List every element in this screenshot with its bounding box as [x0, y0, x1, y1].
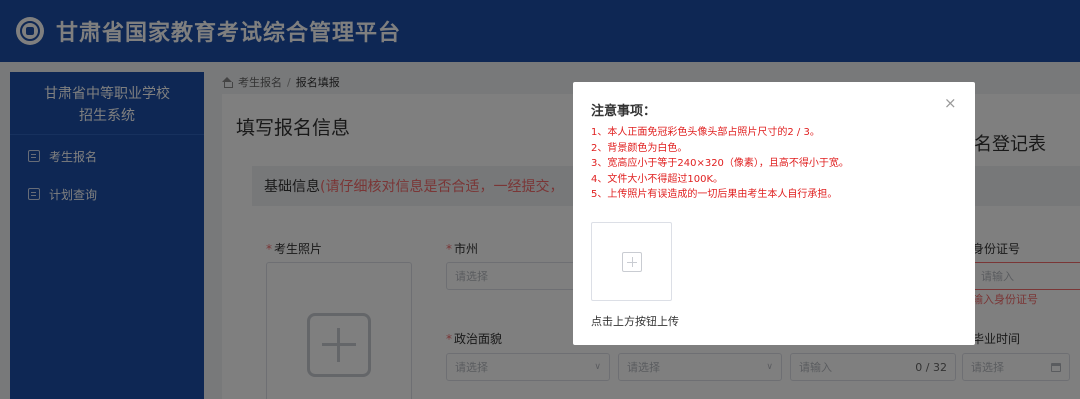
notice-item: 3、宽高应小于等于240×320（像素），且高不得小于宽。 [591, 158, 849, 169]
notice-item: 2、背景颜色为白色。 [591, 142, 688, 154]
notice-item: 5、上传照片有误造成的一切后果由考生本人自行承担。 [591, 189, 838, 200]
upload-button[interactable] [591, 222, 672, 301]
plus-icon [622, 252, 642, 272]
notice-item: 1、本人正面免冠彩色头像头部占照片尺寸的2 / 3。 [591, 127, 820, 138]
notice-dialog: 注意事项： × 1、本人正面免冠彩色头像头部占照片尺寸的2 / 3。 2、背景颜… [573, 82, 975, 345]
upload-hint: 点击上方按钮上传 [591, 315, 679, 328]
notice-item: 4、文件大小不得超过100K。 [591, 173, 724, 185]
notice-list: 1、本人正面免冠彩色头像头部占照片尺寸的2 / 3。 2、背景颜色为白色。 3、… [591, 125, 966, 203]
dialog-title: 注意事项： [591, 104, 657, 119]
close-icon[interactable]: × [944, 96, 957, 111]
